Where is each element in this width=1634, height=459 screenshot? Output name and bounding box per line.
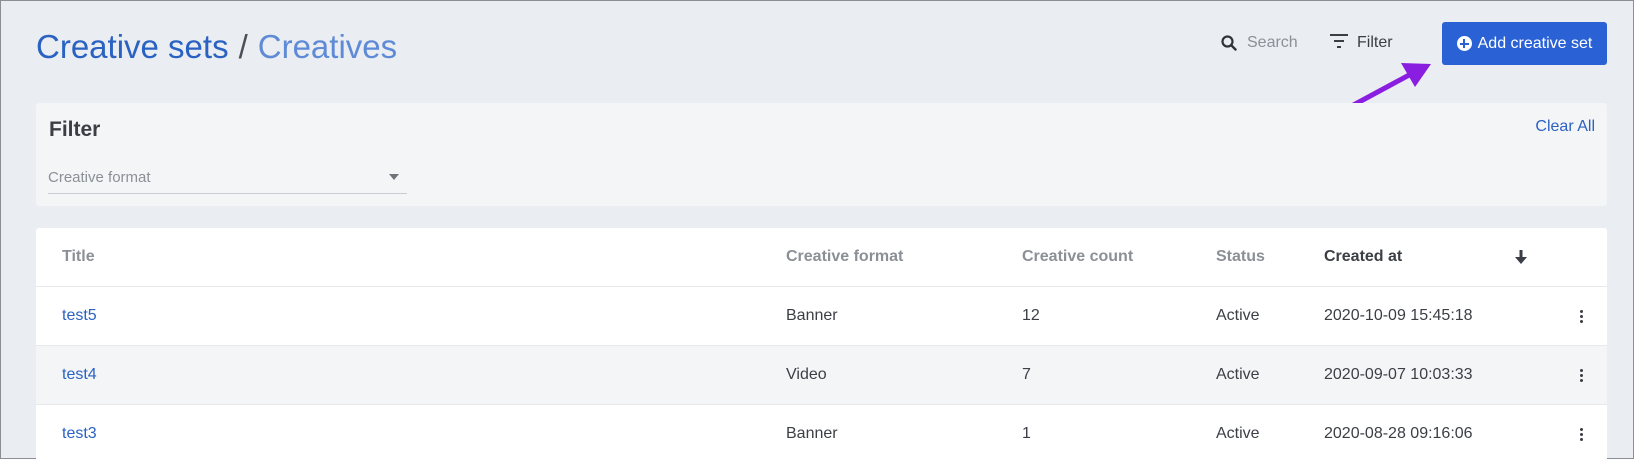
filter-button[interactable]: Filter [1329, 31, 1393, 55]
search-label: Search [1247, 34, 1298, 51]
add-creative-set-label: Add creative set [1477, 34, 1593, 52]
kebab-menu-icon [1576, 365, 1587, 386]
creative-format-placeholder: Creative format [48, 168, 151, 186]
column-header-creative-format[interactable]: Creative format [786, 228, 903, 286]
column-header-title[interactable]: Title [62, 228, 95, 286]
row-created-at: 2020-10-09 15:45:18 [1324, 307, 1473, 324]
row-title-link[interactable]: test5 [62, 287, 97, 345]
row-status: Active [1216, 425, 1260, 442]
table-row: test4 Video 7 Active 2020-09-07 10:03:33 [36, 346, 1607, 405]
row-menu-button[interactable] [1576, 405, 1587, 459]
filter-panel-title: Filter [49, 118, 101, 141]
table-row: test3 Banner 1 Active 2020-08-28 09:16:0… [36, 405, 1607, 459]
filter-icon [1329, 33, 1349, 54]
kebab-menu-icon [1576, 306, 1587, 327]
breadcrumb-creative-sets[interactable]: Creative sets [36, 28, 229, 65]
row-status: Active [1216, 366, 1260, 383]
row-creative-count: 12 [1022, 307, 1040, 324]
breadcrumb-creatives[interactable]: Creatives [258, 28, 397, 65]
row-menu-button[interactable] [1576, 287, 1587, 345]
plus-circle-icon [1456, 36, 1472, 51]
breadcrumb-separator: / [238, 28, 248, 65]
sort-down-icon[interactable] [1514, 228, 1528, 286]
row-creative-format: Video [786, 366, 827, 383]
row-creative-format: Banner [786, 425, 838, 442]
row-created-at: 2020-09-07 10:03:33 [1324, 366, 1473, 383]
row-title-link[interactable]: test4 [62, 346, 97, 404]
filter-panel: Filter Clear All Creative format [36, 103, 1607, 206]
breadcrumb: Creative sets / Creatives [36, 27, 397, 67]
row-menu-button[interactable] [1576, 346, 1587, 404]
page-header: Creative sets / Creatives Search Filter Ad… [1, 1, 1634, 93]
table-header-row: Title Creative format Creative count Sta… [36, 228, 1607, 287]
column-header-status[interactable]: Status [1216, 228, 1265, 286]
row-creative-count: 7 [1022, 366, 1031, 383]
column-header-creative-count[interactable]: Creative count [1022, 228, 1133, 286]
clear-all-link[interactable]: Clear All [1535, 118, 1595, 136]
column-header-created-at[interactable]: Created at [1324, 228, 1402, 286]
add-creative-set-button[interactable]: Add creative set [1442, 22, 1607, 65]
row-title-link[interactable]: test3 [62, 405, 97, 459]
filter-label: Filter [1357, 34, 1393, 51]
row-status: Active [1216, 307, 1260, 324]
search-icon [1221, 35, 1237, 51]
row-creative-count: 1 [1022, 425, 1031, 442]
chevron-down-icon [389, 174, 399, 180]
creative-sets-table: Title Creative format Creative count Sta… [36, 228, 1607, 459]
creative-format-select[interactable]: Creative format [48, 161, 407, 194]
kebab-menu-icon [1576, 424, 1587, 445]
row-creative-format: Banner [786, 307, 838, 324]
table-row: test5 Banner 12 Active 2020-10-09 15:45:… [36, 287, 1607, 346]
row-created-at: 2020-08-28 09:16:06 [1324, 425, 1473, 442]
search-control[interactable]: Search [1221, 31, 1298, 55]
